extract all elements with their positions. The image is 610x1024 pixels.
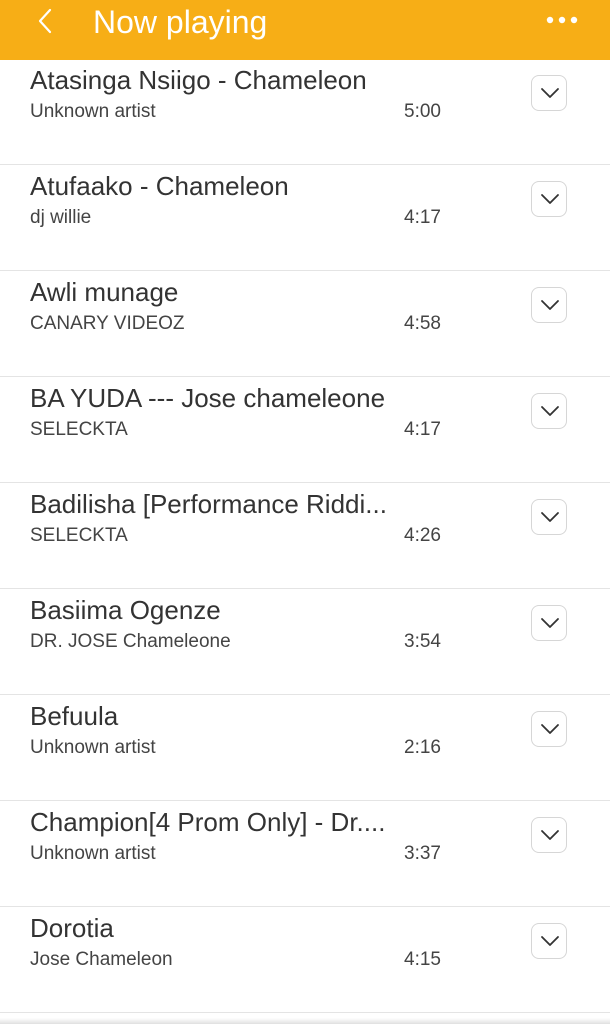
chevron-down-icon xyxy=(541,936,559,946)
song-options-button[interactable] xyxy=(531,75,567,111)
song-artist: CANARY VIDEOZ xyxy=(30,313,185,334)
song-duration: 5:00 xyxy=(404,101,441,122)
song-title: Badilisha [Performance Riddi... xyxy=(30,489,387,519)
song-title: Atasinga Nsiigo - Chameleon xyxy=(30,65,367,95)
song-duration: 4:17 xyxy=(404,207,441,228)
song-title: Dorotia xyxy=(30,913,114,943)
song-artist: Jose Chameleon xyxy=(30,949,173,970)
song-row[interactable]: Champion[4 Prom Only] - Dr.... Unknown a… xyxy=(0,802,610,907)
song-options-button[interactable] xyxy=(531,181,567,217)
more-options-button[interactable] xyxy=(542,6,582,34)
chevron-down-icon xyxy=(541,830,559,840)
back-button[interactable] xyxy=(28,2,68,42)
song-row[interactable]: Atasinga Nsiigo - Chameleon Unknown arti… xyxy=(0,60,610,165)
song-list[interactable]: Atasinga Nsiigo - Chameleon Unknown arti… xyxy=(0,60,610,1024)
song-artist: SELECKTA xyxy=(30,419,128,440)
song-options-button[interactable] xyxy=(531,499,567,535)
chevron-down-icon xyxy=(541,512,559,522)
chevron-down-icon xyxy=(541,406,559,416)
song-row[interactable]: Befuula Unknown artist 2:16 xyxy=(0,696,610,801)
song-options-button[interactable] xyxy=(531,605,567,641)
song-title: Awli munage xyxy=(30,277,179,307)
chevron-down-icon xyxy=(541,194,559,204)
song-duration: 3:37 xyxy=(404,843,441,864)
song-row[interactable]: BA YUDA --- Jose chameleone SELECKTA 4:1… xyxy=(0,378,610,483)
song-artist: Unknown artist xyxy=(30,843,156,864)
song-duration: 4:26 xyxy=(404,525,441,546)
song-row[interactable]: Basiima Ogenze DR. JOSE Chameleone 3:54 xyxy=(0,590,610,695)
song-row[interactable]: Awli munage CANARY VIDEOZ 4:58 xyxy=(0,272,610,377)
chevron-down-icon xyxy=(541,300,559,310)
song-title: BA YUDA --- Jose chameleone xyxy=(30,383,386,413)
song-title: Atufaako - Chameleon xyxy=(30,171,289,201)
song-options-button[interactable] xyxy=(531,711,567,747)
song-artist: Unknown artist xyxy=(30,101,156,122)
song-duration: 4:17 xyxy=(404,419,441,440)
more-horizontal-icon xyxy=(546,16,578,24)
list-bottom-shadow xyxy=(0,1018,610,1024)
song-title: Champion[4 Prom Only] - Dr.... xyxy=(30,807,386,837)
song-duration: 3:54 xyxy=(404,631,441,652)
song-artist: SELECKTA xyxy=(30,525,128,546)
song-duration: 4:15 xyxy=(404,949,441,970)
song-duration: 2:16 xyxy=(404,737,441,758)
chevron-down-icon xyxy=(541,618,559,628)
chevron-down-icon xyxy=(541,724,559,734)
chevron-down-icon xyxy=(541,88,559,98)
song-artist: DR. JOSE Chameleone xyxy=(30,631,231,652)
song-duration: 4:58 xyxy=(404,313,441,334)
song-options-button[interactable] xyxy=(531,287,567,323)
app-header: Now playing xyxy=(0,0,610,60)
song-title: Befuula xyxy=(30,701,119,731)
song-title: Basiima Ogenze xyxy=(30,595,221,625)
song-options-button[interactable] xyxy=(531,923,567,959)
song-row[interactable]: Atufaako - Chameleon dj willie 4:17 xyxy=(0,166,610,271)
song-artist: Unknown artist xyxy=(30,737,156,758)
song-options-button[interactable] xyxy=(531,817,567,853)
song-row[interactable]: Dorotia Jose Chameleon 4:15 xyxy=(0,908,610,1013)
song-artist: dj willie xyxy=(30,207,92,228)
chevron-left-icon xyxy=(38,8,52,34)
page-title: Now playing xyxy=(93,4,268,40)
song-row[interactable]: Badilisha [Performance Riddi... SELECKTA… xyxy=(0,484,610,589)
song-options-button[interactable] xyxy=(531,393,567,429)
